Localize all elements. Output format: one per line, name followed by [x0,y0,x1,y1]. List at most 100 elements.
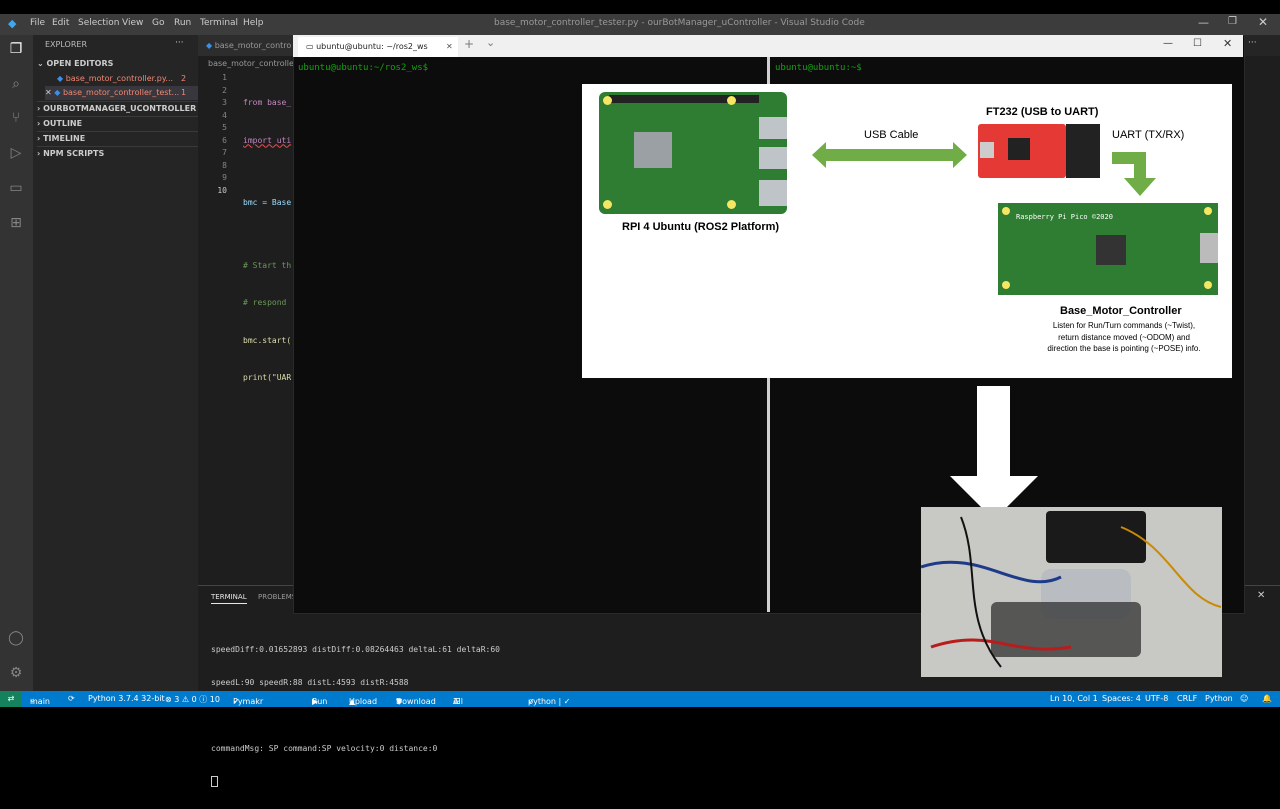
menu-go[interactable]: Go [152,18,164,28]
python-file-icon: ◆ [57,74,66,83]
menu-edit[interactable]: Edit [52,18,69,28]
terminal-close-icon[interactable]: ✕ [1223,37,1232,50]
mounting-hole [727,200,736,209]
source-control-icon[interactable]: ⑂ [7,109,25,127]
wires-illustration [921,516,1222,668]
mounting-hole [1204,207,1212,215]
prompt-text: ubuntu@ubuntu:~$ [775,63,862,73]
section-label: OUTLINE [43,119,83,128]
bmc-desc-line: direction the base is pointing (~POSE) i… [1047,344,1201,353]
notifications-bell-icon[interactable]: 🔔 [1262,694,1272,703]
open-editors-label: OPEN EDITORS [46,59,114,68]
editor-tab[interactable]: ◆ base_motor_contro [198,35,293,56]
code-line: bmc.start( [243,335,292,345]
new-tab-icon[interactable]: + [464,37,474,51]
terminal-prompt-right[interactable]: ubuntu@ubuntu:~$ [775,63,862,73]
python-file-icon: ◆ [206,41,215,50]
terminal-maximize-icon[interactable]: ☐ [1193,38,1202,49]
open-file-base-motor-controller-tester[interactable]: ✕ ◆ base_motor_controller_test... 1 [45,86,198,100]
line-ending[interactable]: CRLF [1177,694,1197,703]
accounts-icon[interactable]: ◯ [7,629,25,647]
code-line: print("UAR [243,373,292,382]
menu-run[interactable]: Run [174,18,191,28]
minimize-icon[interactable]: — [1198,16,1209,29]
search-icon[interactable]: ⌕ [7,75,25,93]
prompt-text: ubuntu@ubuntu:~/ros2_ws$ [298,63,429,73]
gpio-header [609,95,759,103]
line-number: 6 [222,135,227,145]
sync-icon[interactable]: ⟳ [68,694,75,703]
extensions-icon[interactable]: ⊞ [7,214,25,232]
menu-help[interactable]: Help [243,18,264,28]
code-lines[interactable]: from base_ import uti bmc = Base # Start… [243,72,293,422]
vscode-logo-icon: ◆ [8,17,17,30]
language-mode[interactable]: Python [1205,694,1233,703]
file-name: base_motor_controller_test... [62,88,180,97]
ft232-chip [1008,138,1030,160]
terminal-tab[interactable]: ▭ ubuntu@ubuntu: ~/ros2_ws ✕ [298,37,458,57]
timeline-section[interactable]: › TIMELINE [37,131,202,146]
terminal-minimize-icon[interactable]: — [1163,38,1173,49]
status-bar: ⇄ ⑂ main ⟳ Python 3.7.4 32-bit ⊗ 3 ⚠ 0 ⓘ… [0,691,1280,715]
editor-tab-label: base_motor_contro [214,41,292,50]
uart-label: UART (TX/RX) [1112,129,1185,141]
cursor-position[interactable]: Ln 10, Col 1 [1050,694,1098,703]
line-number: 8 [222,160,227,170]
line-number: 1 [222,73,227,82]
explorer-header: EXPLORER [45,40,87,49]
bmc-desc-line: Listen for Run/Turn commands (~Twist), [1052,321,1196,330]
close-window-icon[interactable]: ✕ [1258,15,1268,29]
outline-section[interactable]: › OUTLINE [37,116,202,131]
ft232-board-image [978,124,1066,178]
ethernet-port [759,180,787,206]
line-number: 5 [222,123,227,132]
bmc-description: Listen for Run/Turn commands (~Twist), r… [1034,320,1214,355]
workspace-section[interactable]: › OURBOTMANAGER_UCONTROLLER [37,101,202,116]
close-tab-icon[interactable]: ✕ [446,37,453,57]
output-line: speedDiff:0.01652893 distDiff:0.08264463… [211,645,500,654]
menu-file[interactable]: File [30,18,45,28]
down-arrow-shaft [977,386,1010,478]
encoding[interactable]: UTF-8 [1145,694,1168,703]
panel-tab-terminal[interactable]: TERMINAL [211,593,247,604]
mounting-hole [603,96,612,105]
close-panel-icon[interactable]: ✕ [1257,590,1265,601]
menu-terminal[interactable]: Terminal [200,18,238,28]
close-editor-icon[interactable]: ✕ [45,88,54,97]
vscode-title-bar: ◆ File Edit Selection View Go Run Termin… [0,14,1280,35]
settings-gear-icon[interactable]: ⚙ [7,664,25,682]
tab-dropdown-icon[interactable]: ⌄ [486,36,495,49]
python-interpreter[interactable]: Python 3.7.4 32-bit [88,694,165,703]
editor-more-actions-icon[interactable]: ··· [1248,38,1257,48]
open-editors-section[interactable]: ⌄ OPEN EDITORS [37,57,202,71]
more-actions-icon[interactable]: ··· [175,38,184,48]
restore-icon[interactable]: ❐ [1228,16,1237,27]
feedback-icon[interactable]: ☺ [1240,694,1248,703]
explorer-icon[interactable]: ❐ [7,40,25,58]
usb-port [759,117,787,139]
run-debug-icon[interactable]: ▷ [7,144,25,162]
code-line: # Start th [243,260,292,270]
remote-explorer-icon[interactable]: ▭ [7,179,25,197]
explorer-sidebar: EXPLORER ··· ⌄ OPEN EDITORS ◆ base_motor… [33,35,202,691]
line-number: 10 [217,185,227,195]
code-line: bmc = Base [243,198,292,207]
problems-counter[interactable]: ⊗ 3 ⚠ 0 ⓘ 10 [165,694,220,705]
line-number: 3 [222,98,227,107]
indentation[interactable]: Spaces: 4 [1102,694,1141,703]
panel-tab-problems[interactable]: PROBLEMS [258,593,296,601]
usb-port [759,147,787,169]
mini-usb-port [980,142,994,158]
terminal-cursor [211,776,218,787]
usb-cable-arrow-icon [812,142,967,168]
screen-top-band [0,0,1280,14]
breadcrumb[interactable]: base_motor_controller [208,59,297,68]
menu-selection[interactable]: Selection [78,18,119,28]
terminal-prompt-left[interactable]: ubuntu@ubuntu:~/ros2_ws$ [298,63,428,73]
npm-scripts-section[interactable]: › NPM SCRIPTS [37,146,202,161]
remote-indicator-icon[interactable]: ⇄ [0,691,22,707]
menu-view[interactable]: View [122,18,143,28]
code-line: import uti [243,135,292,145]
chevron-down-icon: ⌄ [37,59,47,68]
problem-badge: 2 [181,74,187,83]
